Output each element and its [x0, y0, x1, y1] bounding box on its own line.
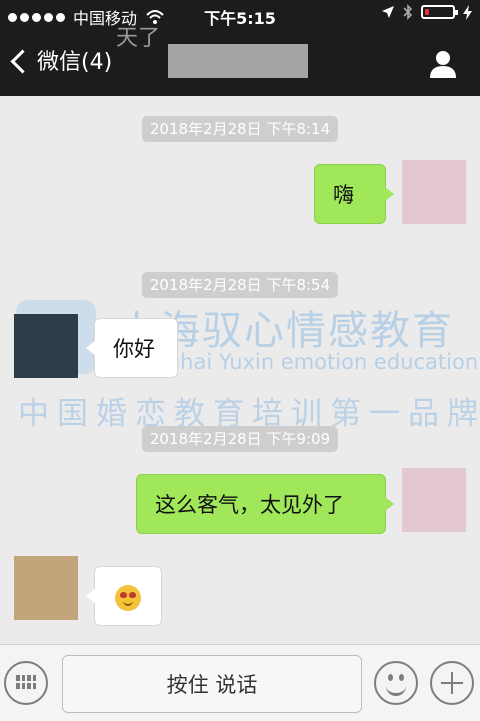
- message-text: 这么客气，太见外了: [155, 493, 344, 517]
- message-bubble-received[interactable]: [86, 566, 162, 626]
- chat-header: 天了 微信(4): [0, 26, 480, 96]
- person-icon[interactable]: [428, 48, 458, 78]
- message-timestamp: 2018年2月28日 下午8:14: [141, 116, 339, 142]
- battery-icon: [421, 5, 458, 19]
- charging-bolt-icon: [463, 4, 472, 20]
- message-bubble-received[interactable]: 你好: [86, 318, 178, 378]
- my-avatar[interactable]: [402, 468, 466, 532]
- hold-to-talk-button[interactable]: 按住 说话: [62, 655, 362, 713]
- message-timestamp: 2018年2月28日 下午9:09: [141, 426, 339, 452]
- keyboard-icon[interactable]: [4, 661, 48, 705]
- back-button-label: 微信(4): [37, 50, 113, 75]
- contact-avatar[interactable]: [14, 556, 78, 620]
- my-avatar[interactable]: [402, 160, 466, 224]
- contact-name-pixelated: [168, 44, 308, 78]
- message-bubble-sent[interactable]: 这么客气，太见外了: [136, 474, 394, 534]
- smiley-icon[interactable]: [374, 661, 418, 705]
- back-button[interactable]: 微信(4): [10, 44, 113, 76]
- chevron-left-icon: [10, 48, 35, 74]
- bluetooth-icon: [403, 4, 413, 20]
- input-bar: 按住 说话: [0, 644, 480, 721]
- message-text: 嗨: [333, 183, 354, 207]
- message-timestamp: 2018年2月28日 下午8:54: [141, 272, 339, 298]
- message-bubble-sent[interactable]: 嗨: [314, 164, 394, 224]
- message-text: 你好: [113, 337, 155, 361]
- contact-avatar[interactable]: [14, 314, 78, 378]
- smiling-face-heart-eyes-icon: [115, 585, 141, 611]
- location-arrow-icon: [382, 6, 394, 18]
- plus-icon[interactable]: [430, 661, 474, 705]
